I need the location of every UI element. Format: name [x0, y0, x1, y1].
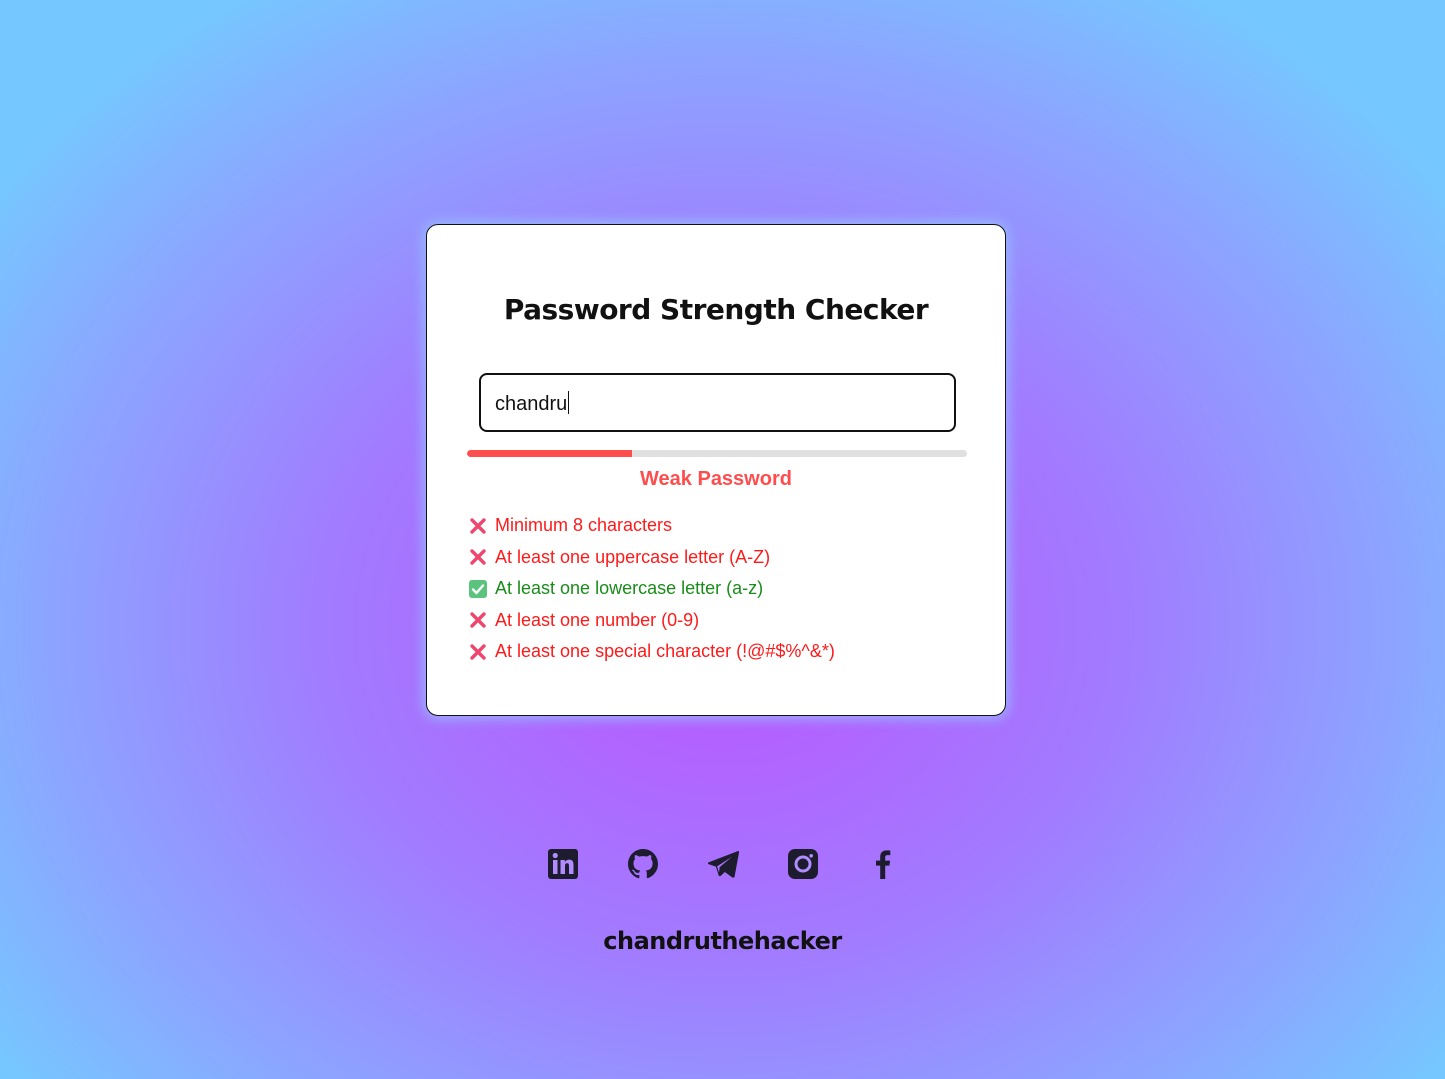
facebook-icon — [867, 848, 899, 880]
requirement-text: At least one special character (!@#$%^&*… — [495, 641, 835, 662]
telegram-link[interactable] — [707, 848, 739, 880]
cross-mark-icon — [468, 547, 488, 567]
linkedin-icon — [547, 848, 579, 880]
social-links — [0, 848, 1445, 880]
strength-meter-fill — [467, 450, 632, 457]
text-caret — [568, 391, 570, 414]
footer-brand: chandruthehacker — [603, 927, 842, 955]
password-input[interactable]: chandru — [479, 373, 956, 432]
password-checker-card: Password Strength Checker chandru Weak P… — [426, 224, 1006, 716]
cross-mark-icon — [468, 516, 488, 536]
requirement-item: At least one special character (!@#$%^&*… — [468, 636, 835, 668]
cross-mark-icon — [468, 642, 488, 662]
cross-mark-icon — [468, 610, 488, 630]
requirement-text: At least one lowercase letter (a-z) — [495, 578, 764, 599]
requirement-text: At least one uppercase letter (A-Z) — [495, 546, 771, 567]
page-title: Password Strength Checker — [503, 293, 929, 326]
github-link[interactable] — [627, 848, 659, 880]
strength-label: Weak Password — [640, 468, 792, 490]
requirement-text: Minimum 8 characters — [495, 515, 673, 536]
facebook-link[interactable] — [867, 848, 899, 880]
password-input-value: chandru — [495, 393, 568, 415]
check-mark-icon — [468, 579, 488, 599]
strength-meter — [467, 450, 967, 457]
github-icon — [627, 848, 659, 880]
requirement-text: At least one number (0-9) — [495, 609, 700, 630]
requirement-item: At least one number (0-9) — [468, 605, 835, 637]
requirement-item: At least one uppercase letter (A-Z) — [468, 542, 835, 574]
requirement-item: At least one lowercase letter (a-z) — [468, 573, 835, 605]
telegram-icon — [707, 848, 739, 880]
requirement-item: Minimum 8 characters — [468, 510, 835, 542]
requirements-list: Minimum 8 characters At least one upperca… — [468, 510, 835, 668]
instagram-link[interactable] — [787, 848, 819, 880]
linkedin-link[interactable] — [547, 848, 579, 880]
instagram-icon — [787, 848, 819, 880]
